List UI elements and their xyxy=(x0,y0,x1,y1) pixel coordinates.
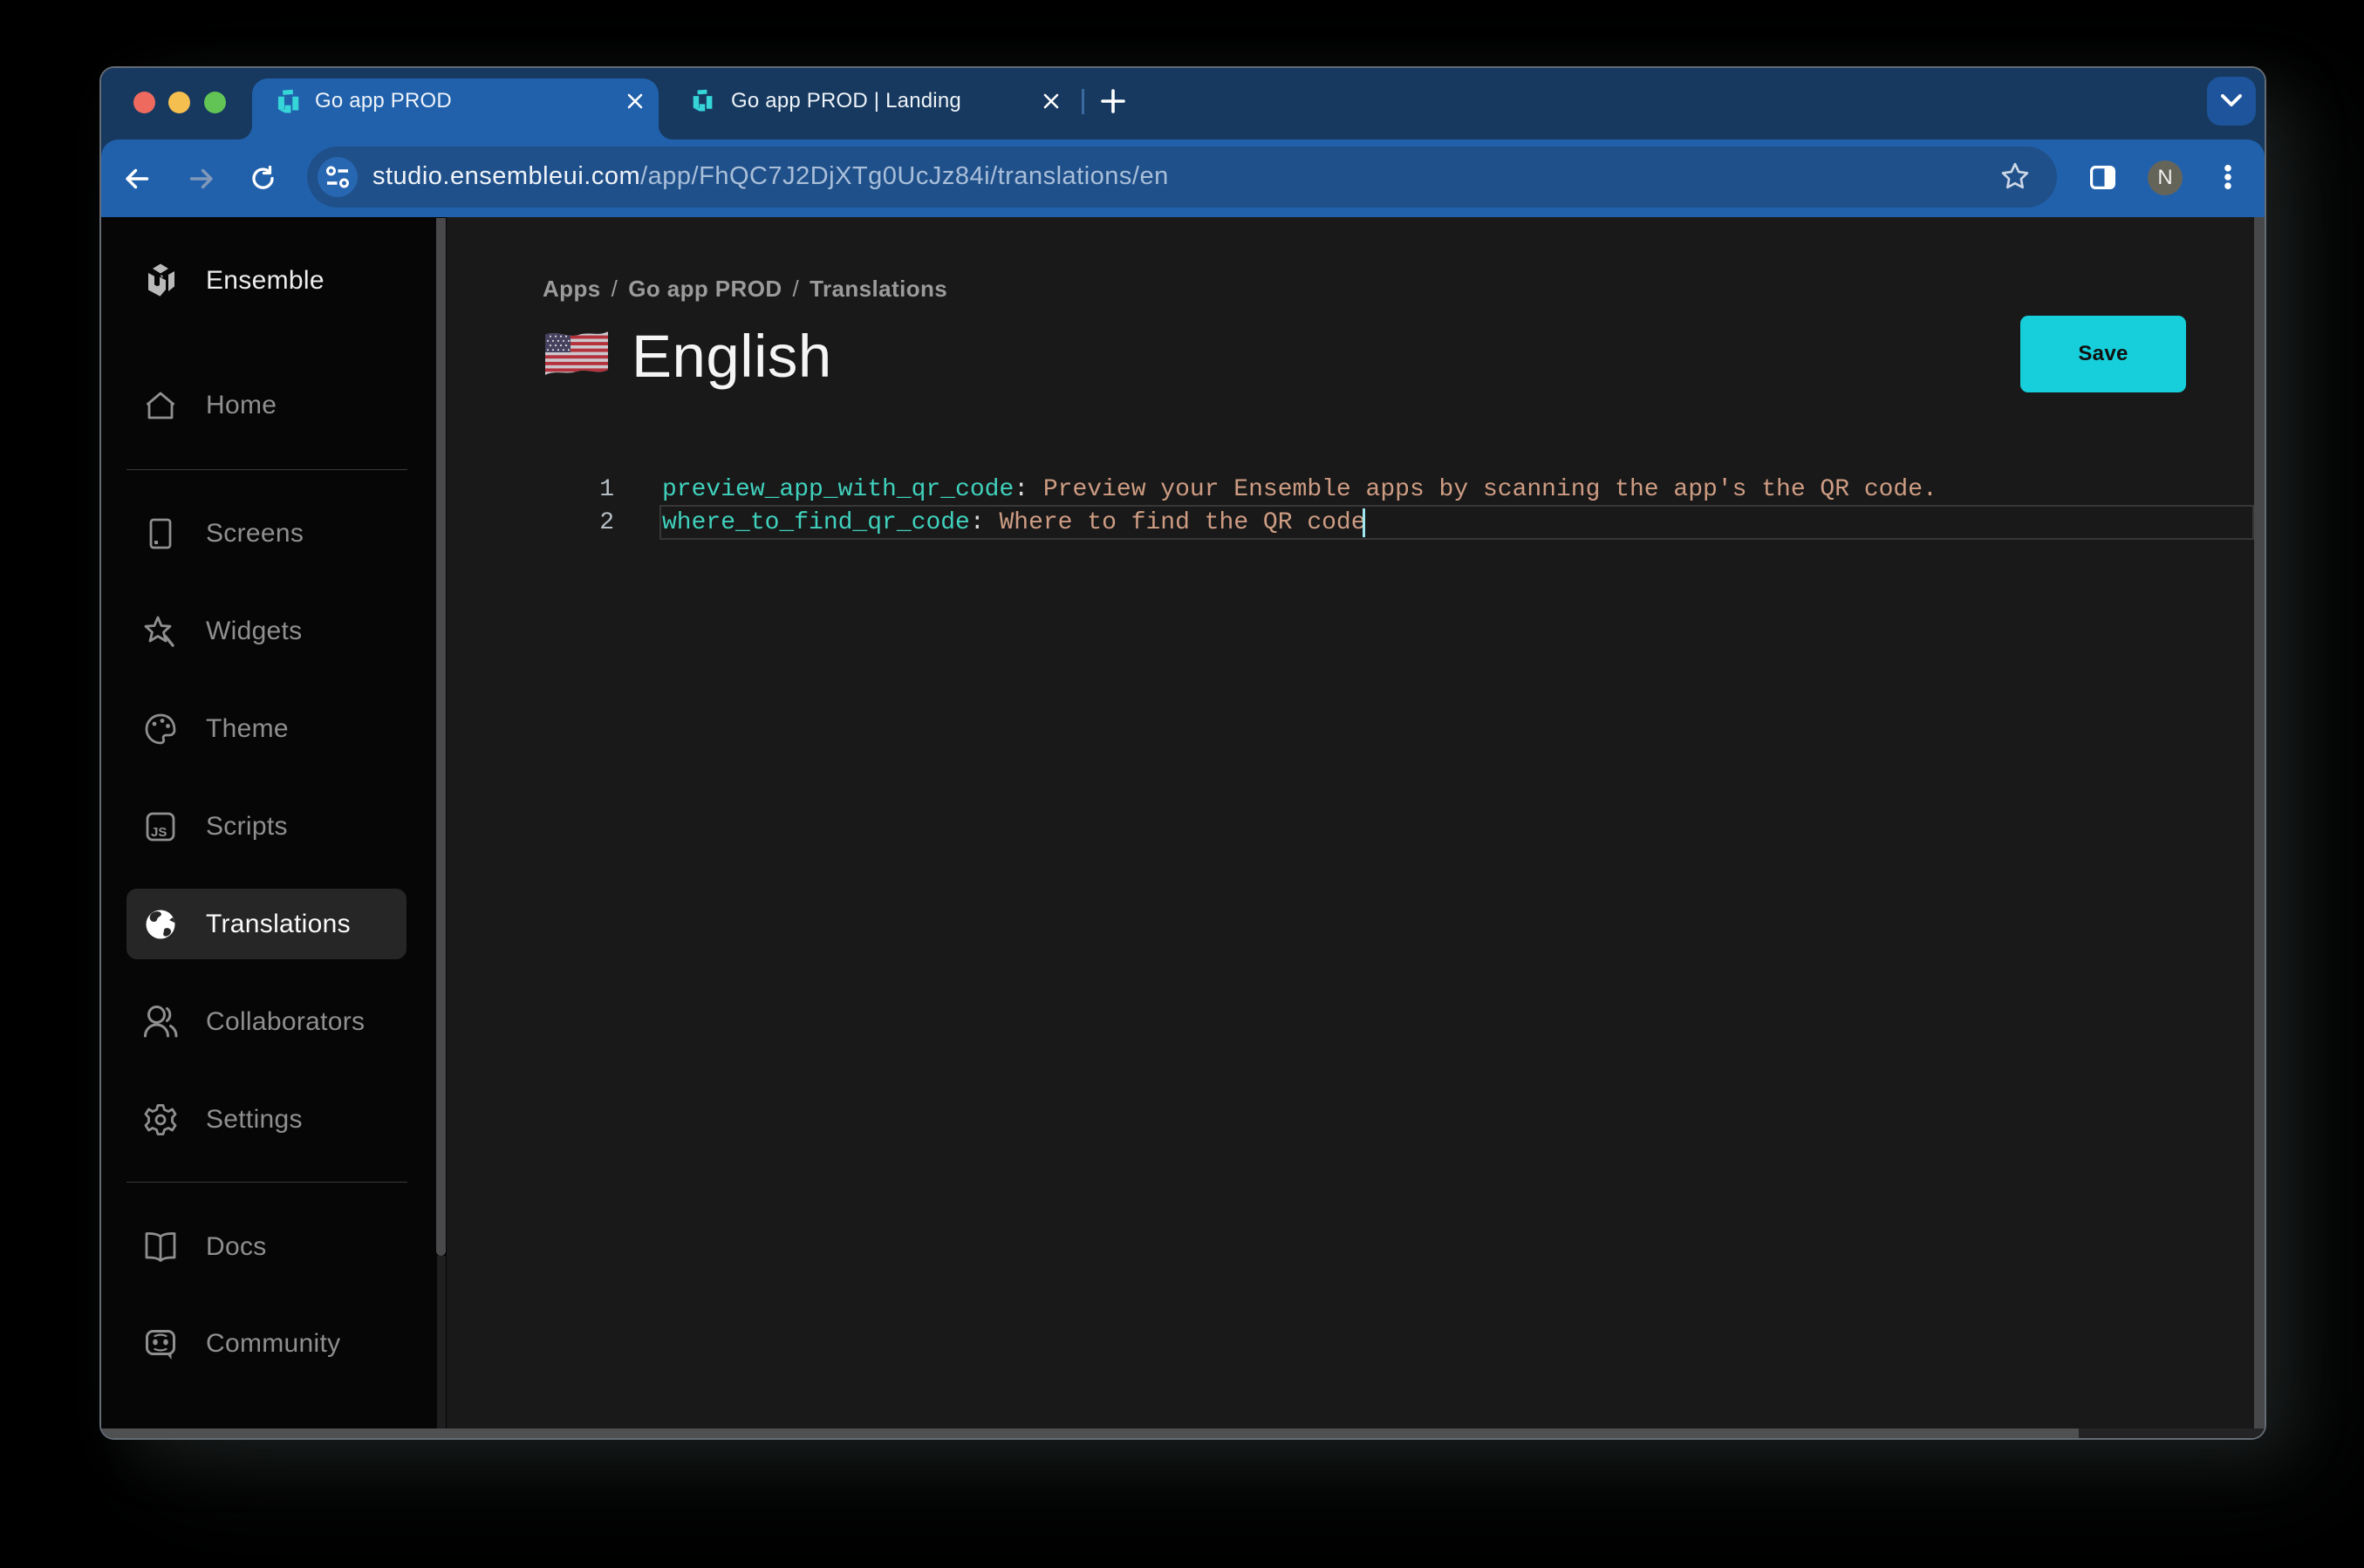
svg-text:JS: JS xyxy=(151,825,167,840)
